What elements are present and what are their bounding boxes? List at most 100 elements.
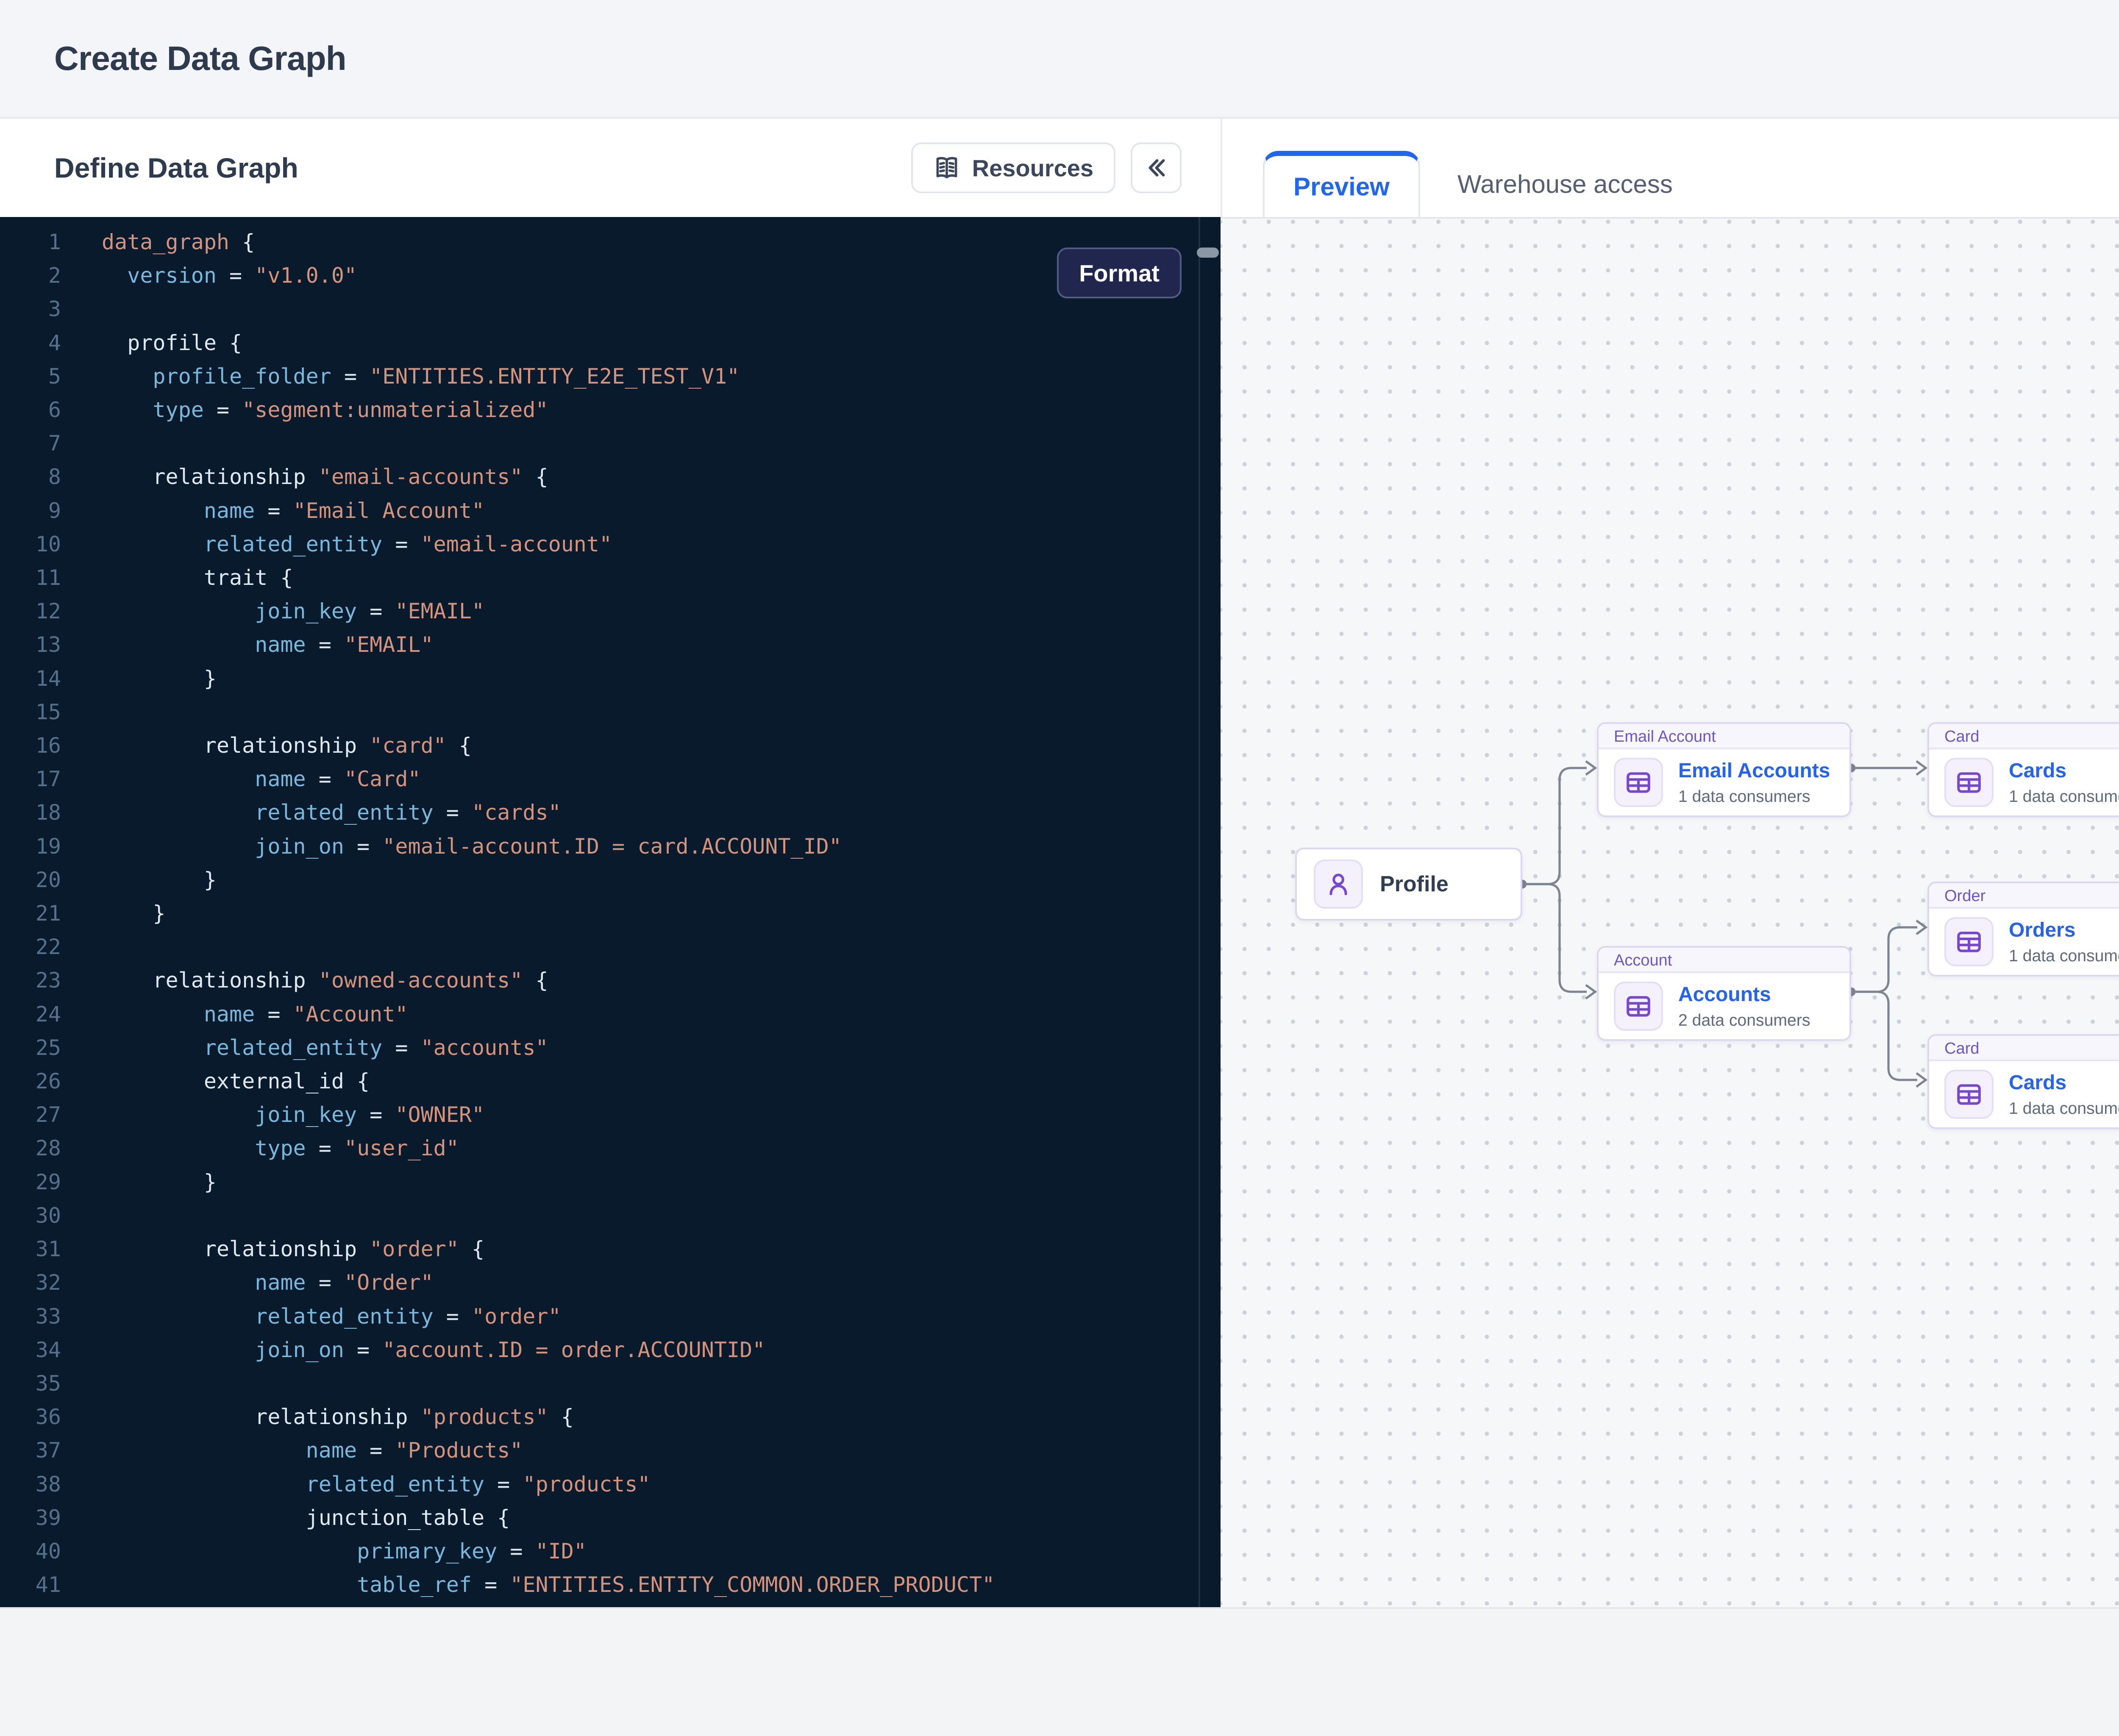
code-line[interactable]: 33 related_entity = "order" (0, 1300, 1221, 1333)
code-line[interactable]: 8 relationship "email-accounts" { (0, 460, 1221, 494)
editor-panel-title: Define Data Graph (54, 152, 298, 184)
line-number: 33 (0, 1300, 61, 1333)
code-text: table_ref = "ENTITIES.ENTITY_COMMON.ORDE… (102, 1568, 995, 1602)
code-line[interactable]: 15 (0, 696, 1221, 729)
code-text: name = "Order" (102, 1266, 434, 1299)
code-text: join_on = "email-account.ID = card.ACCOU… (102, 830, 842, 863)
code-line[interactable]: 34 join_on = "account.ID = order.ACCOUNT… (0, 1333, 1221, 1367)
code-line[interactable]: 28 type = "user_id" (0, 1132, 1221, 1165)
code-line[interactable]: 39 junction_table { (0, 1501, 1221, 1535)
code-line[interactable]: 37 name = "Products" (0, 1434, 1221, 1467)
node-title-link[interactable]: Cards (2009, 759, 2119, 782)
code-line[interactable]: 9 name = "Email Account" (0, 494, 1221, 528)
graph-node-profile[interactable]: Profile (1295, 848, 1522, 921)
node-entity-label: Order (1929, 883, 2119, 909)
node-title-link[interactable]: Accounts (1678, 983, 1810, 1006)
code-line[interactable]: 24 name = "Account" (0, 998, 1221, 1031)
code-text: profile_folder = "ENTITIES.ENTITY_E2E_TE… (102, 360, 740, 393)
code-line[interactable]: 25 related_entity = "accounts" (0, 1031, 1221, 1065)
code-line[interactable]: 35 (0, 1367, 1221, 1400)
code-line[interactable]: 6 type = "segment:unmaterialized" (0, 393, 1221, 427)
code-text: relationship "products" { (102, 1400, 574, 1434)
line-number: 22 (0, 930, 61, 964)
node-entity-label: Email Account (1599, 724, 1849, 749)
code-line[interactable]: 19 join_on = "email-account.ID = card.AC… (0, 830, 1221, 863)
table-icon (1944, 1070, 1994, 1119)
code-text: } (102, 662, 217, 696)
graph-node-card-1[interactable]: CardCards1 data consumer (1927, 722, 2119, 817)
tab-preview[interactable]: Preview (1263, 151, 1420, 217)
code-line[interactable]: 11 trait { (0, 561, 1221, 595)
code-editor[interactable]: 1data_graph {2 version = "v1.0.0"34 prof… (0, 217, 1221, 1607)
graph-node-account[interactable]: AccountAccounts2 data consumers (1597, 946, 1851, 1041)
page-title: Create Data Graph (54, 39, 346, 78)
book-icon (933, 154, 960, 181)
line-number: 40 (0, 1535, 61, 1568)
code-text: related_entity = "cards" (102, 796, 561, 829)
node-title-link[interactable]: Email Accounts (1678, 759, 1830, 782)
line-number: 12 (0, 595, 61, 628)
node-title-link[interactable]: Cards (2009, 1071, 2119, 1094)
panel-divider (1199, 217, 1200, 1607)
code-line[interactable]: 1data_graph { (0, 225, 1221, 259)
code-line[interactable]: 29 } (0, 1166, 1221, 1199)
tab-warehouse-access[interactable]: Warehouse access (1420, 151, 1710, 217)
code-line[interactable]: 18 related_entity = "cards" (0, 796, 1221, 829)
code-line[interactable]: 7 (0, 427, 1221, 460)
code-line[interactable]: 17 name = "Card" (0, 762, 1221, 796)
code-line[interactable]: 26 external_id { (0, 1065, 1221, 1098)
line-number: 21 (0, 897, 61, 930)
page-header: Create Data Graph Cancel (0, 0, 2119, 119)
code-line[interactable]: 22 (0, 930, 1221, 964)
code-line[interactable]: 21 } (0, 897, 1221, 930)
line-number: 4 (0, 326, 61, 360)
node-title-link[interactable]: Orders (2009, 918, 2119, 942)
collapse-panel-button[interactable] (1131, 142, 1182, 193)
code-line[interactable]: 30 (0, 1199, 1221, 1232)
line-number: 24 (0, 998, 61, 1031)
user-icon (1314, 860, 1363, 909)
line-number: 8 (0, 460, 61, 494)
code-line[interactable]: 4 profile { (0, 326, 1221, 360)
node-entity-label: Account (1599, 948, 1849, 973)
code-text: version = "v1.0.0" (102, 259, 357, 292)
resources-button[interactable]: Resources (911, 142, 1115, 193)
line-number: 3 (0, 292, 61, 326)
code-text: related_entity = "email-account" (102, 528, 612, 561)
code-line[interactable]: 16 relationship "card" { (0, 729, 1221, 762)
code-line[interactable]: 31 relationship "order" { (0, 1232, 1221, 1266)
code-line[interactable]: 12 join_key = "EMAIL" (0, 595, 1221, 628)
code-text: relationship "order" { (102, 1232, 484, 1266)
graph-node-order[interactable]: OrderOrders1 data consumers (1927, 882, 2119, 976)
graph-node-email-account[interactable]: Email AccountEmail Accounts1 data consum… (1597, 722, 1851, 817)
code-line[interactable]: 10 related_entity = "email-account" (0, 528, 1221, 561)
code-line[interactable]: 38 related_entity = "products" (0, 1468, 1221, 1501)
line-number: 18 (0, 796, 61, 829)
code-line[interactable]: 23 relationship "owned-accounts" { (0, 964, 1221, 997)
code-line[interactable]: 32 name = "Order" (0, 1266, 1221, 1299)
node-consumers-label: 1 data consumers (2009, 1099, 2119, 1118)
code-line[interactable]: 40 primary_key = "ID" (0, 1535, 1221, 1568)
line-number: 17 (0, 762, 61, 796)
preview-canvas[interactable]: Profile Email Account Email Accounts 1 data… (1221, 217, 2119, 1607)
line-number: 10 (0, 528, 61, 561)
code-text: relationship "email-accounts" { (102, 460, 548, 494)
code-line[interactable]: 3 (0, 292, 1221, 326)
code-text: join_key = "OWNER" (102, 1098, 484, 1132)
graph-node-card-2[interactable]: Card Cards 1 data consumers (1927, 1034, 2119, 1129)
code-line[interactable]: 36 relationship "products" { (0, 1400, 1221, 1434)
code-line[interactable]: 20 } (0, 863, 1221, 897)
panel-resize-handle[interactable] (1197, 248, 1219, 258)
code-line[interactable]: 5 profile_folder = "ENTITIES.ENTITY_E2E_… (0, 360, 1221, 393)
code-text: related_entity = "products" (102, 1468, 650, 1501)
format-button[interactable]: Format (1057, 248, 1182, 298)
code-line[interactable]: 13 name = "EMAIL" (0, 628, 1221, 662)
code-text: type = "segment:unmaterialized" (102, 393, 548, 427)
code-text: name = "Email Account" (102, 494, 484, 528)
code-line[interactable]: 14 } (0, 662, 1221, 696)
line-number: 2 (0, 259, 61, 292)
node-entity-label: Card (1929, 1036, 2119, 1061)
code-line[interactable]: 27 join_key = "OWNER" (0, 1098, 1221, 1132)
code-line[interactable]: 41 table_ref = "ENTITIES.ENTITY_COMMON.O… (0, 1568, 1221, 1602)
code-line[interactable]: 2 version = "v1.0.0" (0, 259, 1221, 292)
